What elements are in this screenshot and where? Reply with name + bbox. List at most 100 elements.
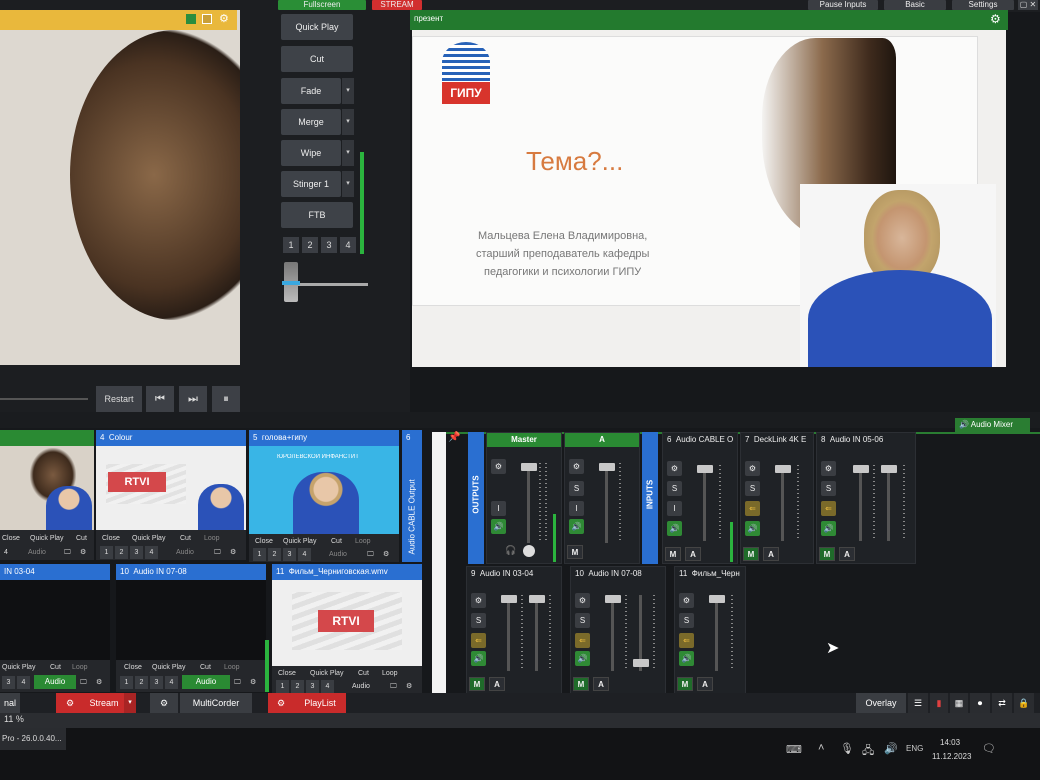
input-4-num-4[interactable]: 4 [145, 546, 158, 559]
input-11-quickplay[interactable]: Quick Play [310, 668, 343, 679]
channel-11-gear-icon[interactable]: ⚙ [679, 593, 694, 608]
input-4-gear-icon[interactable]: ⚙ [230, 547, 236, 558]
input-3-gear-icon[interactable]: ⚙ [80, 547, 86, 558]
overlay-button[interactable]: Overlay [856, 693, 906, 713]
input-10-num-4[interactable]: 4 [165, 676, 178, 689]
record-icon[interactable]: ⏺ [970, 693, 990, 713]
master-fader[interactable] [521, 463, 537, 471]
bus-a-fader[interactable] [599, 463, 615, 471]
input-9-audio[interactable]: Audio [34, 675, 76, 689]
input-10-close[interactable]: Close [124, 662, 142, 673]
input-5-cut[interactable]: Cut [331, 536, 342, 547]
input-11-loop[interactable]: Loop [382, 668, 398, 679]
stream-button[interactable]: Stream [84, 693, 124, 713]
playlist-gear-icon[interactable]: ⚙ [268, 693, 294, 713]
channel-8-mute-button[interactable]: M [819, 547, 835, 561]
inputs-scrollbar[interactable] [432, 432, 446, 698]
input-11-num-3[interactable]: 3 [306, 680, 319, 693]
channel-11-mute-button[interactable]: M [677, 677, 693, 691]
volume-icon[interactable]: 🔊 [884, 742, 898, 755]
input-4-num-3[interactable]: 3 [130, 546, 143, 559]
channel-7-mute-button[interactable]: M [743, 547, 759, 561]
channel-9-speaker-icon[interactable]: 🔊 [471, 651, 486, 666]
cut-button[interactable]: Cut [281, 46, 353, 72]
input-5-loop[interactable]: Loop [355, 536, 371, 547]
channel-8-gear-icon[interactable]: ⚙ [821, 461, 836, 476]
channel-11-bus-a-button[interactable]: A [697, 677, 713, 691]
input-5-close[interactable]: Close [255, 536, 273, 547]
gear-icon[interactable]: ⚙ [219, 12, 229, 25]
input-10-loop[interactable]: Loop [224, 662, 240, 673]
input-4-quickplay[interactable]: Quick Play [132, 533, 165, 544]
window-icon[interactable] [202, 14, 212, 24]
fullscreen-button[interactable]: Fullscreen [278, 0, 366, 10]
channel-8-fader-r[interactable] [881, 465, 897, 473]
channel-11-speaker-icon[interactable]: 🔊 [679, 651, 694, 666]
input-10-cut[interactable]: Cut [200, 662, 211, 673]
input-3-close[interactable]: Close [2, 533, 20, 544]
input-9-cut[interactable]: Cut [50, 662, 61, 673]
stream-settings-gear-icon[interactable]: ⚙ [56, 693, 84, 713]
input-10-num-2[interactable]: 2 [135, 676, 148, 689]
master-speaker-icon[interactable]: 🔊 [491, 519, 506, 534]
input-10-header[interactable]: 10 Audio IN 07-08 [116, 564, 266, 580]
channel-9-bus-a-button[interactable]: A [489, 677, 505, 691]
stinger-button[interactable]: Stinger 1 [281, 171, 341, 197]
channel-8-fader-l[interactable] [853, 465, 869, 473]
input-10-quickplay[interactable]: Quick Play [152, 662, 185, 673]
taskbar-app-button[interactable]: Pro - 26.0.0.40... [0, 728, 66, 750]
channel-7-fader[interactable] [775, 465, 791, 473]
input-10-gear-icon[interactable]: ⚙ [250, 677, 256, 688]
microphone-icon[interactable]: 🎙 [840, 742, 854, 755]
transition-number-1[interactable]: 1 [283, 237, 299, 253]
stream-dropdown-icon[interactable]: ▾ [124, 693, 136, 713]
master-i-button[interactable]: I [491, 501, 506, 516]
language-indicator[interactable]: ENG [906, 744, 923, 753]
master-balance-knob[interactable] [523, 545, 535, 557]
input-5-monitor-icon[interactable]: 🖵 [367, 549, 374, 560]
input-3-audio[interactable]: Audio [28, 547, 46, 558]
input-3-num-4[interactable]: 4 [4, 547, 8, 558]
channel-6-fader[interactable] [697, 465, 713, 473]
input-9-num-4[interactable]: 4 [17, 676, 30, 689]
fade-dropdown-icon[interactable]: ▾ [342, 78, 354, 104]
input-10-num-3[interactable]: 3 [150, 676, 163, 689]
channel-8-speaker-icon[interactable]: 🔊 [821, 521, 836, 536]
channel-9-arrow-icon[interactable]: ⇐ [471, 633, 486, 648]
external-output-icon[interactable]: ⇄ [992, 693, 1012, 713]
channel-8-arrow-icon[interactable]: ⇐ [821, 501, 836, 516]
bus-a-solo-button[interactable]: S [569, 481, 584, 496]
input-4-audio[interactable]: Audio [176, 547, 194, 558]
clock-date[interactable]: 11.12.2023 [932, 752, 971, 761]
channel-10-mute-button[interactable]: M [573, 677, 589, 691]
bus-a-mute-button[interactable]: M [567, 545, 583, 559]
headphones-icon[interactable]: 🎧 [505, 545, 516, 556]
bus-a-speaker-icon[interactable]: 🔊 [569, 519, 584, 534]
input-5-num-3[interactable]: 3 [283, 548, 296, 561]
grid-view-icon[interactable]: ▦ [950, 693, 968, 713]
input-9-loop[interactable]: Loop [72, 662, 88, 673]
t-bar-track[interactable] [290, 283, 368, 286]
channel-8-solo-button[interactable]: S [821, 481, 836, 496]
lock-icon[interactable]: 🔒 [1014, 693, 1034, 713]
pin-icon[interactable]: 📌 [448, 432, 462, 446]
input-3-quickplay[interactable]: Quick Play [30, 533, 63, 544]
window-controls[interactable]: ▢ ✕ [1018, 0, 1038, 10]
multicorder-gear-icon[interactable]: ⚙ [150, 693, 178, 713]
layout-icon[interactable] [186, 14, 196, 24]
network-icon[interactable]: 🖧 [862, 742, 874, 761]
next-button[interactable]: ⏭ [179, 386, 207, 412]
input-5-quickplay[interactable]: Quick Play [283, 536, 316, 547]
channel-11-solo-button[interactable]: S [679, 613, 694, 628]
channel-10-bus-a-button[interactable]: A [593, 677, 609, 691]
input-9-num-3[interactable]: 3 [2, 676, 15, 689]
channel-11-arrow-icon[interactable]: ⇐ [679, 633, 694, 648]
input-11-audio[interactable]: Audio [352, 681, 370, 692]
input-9-monitor-icon[interactable]: 🖵 [80, 677, 87, 688]
input-11-cut[interactable]: Cut [358, 668, 369, 679]
input-11-thumb[interactable]: RTVI [272, 580, 422, 666]
input-10-num-1[interactable]: 1 [120, 676, 133, 689]
pause-inputs-button[interactable]: Pause Inputs [808, 0, 878, 10]
input-11-num-4[interactable]: 4 [321, 680, 334, 693]
pause-button[interactable]: ⏸ [212, 386, 240, 412]
